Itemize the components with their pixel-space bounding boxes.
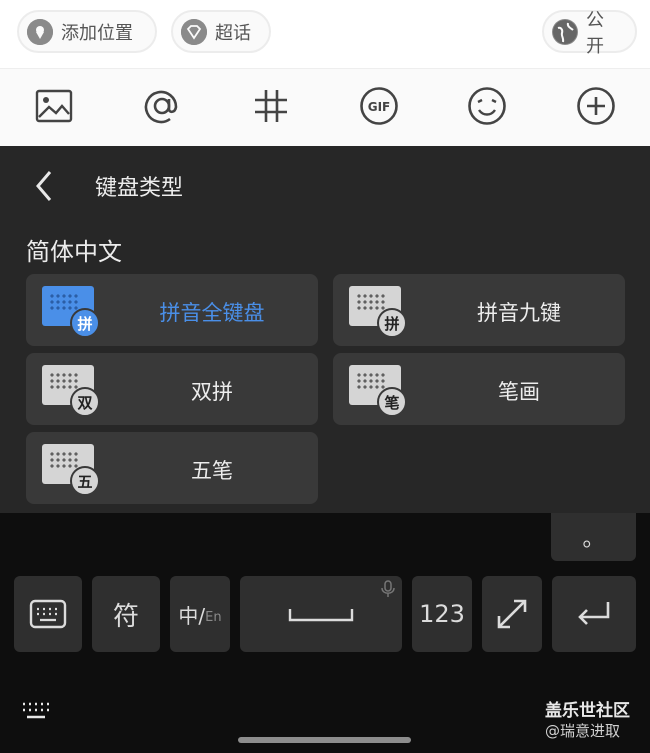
option-badge: 拼 <box>377 308 407 338</box>
option-pinyin-full[interactable]: 拼 拼音全键盘 <box>26 274 318 346</box>
enter-key[interactable] <box>552 576 636 652</box>
svg-text:GIF: GIF <box>368 100 391 114</box>
add-icon[interactable] <box>576 86 616 126</box>
option-label: 拼音全键盘 <box>159 301 265 325</box>
option-stroke[interactable]: 笔 笔画 <box>333 353 625 425</box>
option-label: 双拼 <box>191 380 233 404</box>
keyboard-settings-key[interactable] <box>14 576 82 652</box>
image-icon[interactable] <box>34 86 74 126</box>
option-shuangpin[interactable]: 双 双拼 <box>26 353 318 425</box>
space-key[interactable] <box>240 576 402 652</box>
super-topic-label: 超话 <box>215 22 251 44</box>
back-chevron-icon[interactable] <box>30 168 60 204</box>
option-badge: 笔 <box>377 387 407 417</box>
option-label: 笔画 <box>498 380 540 404</box>
visibility-label: 公开 <box>586 9 604 57</box>
space-bar-icon <box>288 609 354 622</box>
section-title: 简体中文 <box>26 238 122 266</box>
watermark-title: 盖乐世社区 <box>545 701 630 721</box>
keyboard-type-panel: 键盘类型 简体中文 拼 拼音全键盘 拼 拼音九键 双 双拼 笔 笔画 五 五笔 <box>0 146 650 513</box>
option-badge: 五 <box>70 466 100 496</box>
super-topic-chip[interactable]: 超话 <box>171 10 271 53</box>
expand-arrows-icon <box>497 599 527 629</box>
composer-chip-bar: 添加位置 超话 公开 <box>0 0 650 68</box>
composer-toolbar: GIF <box>0 68 650 146</box>
globe-icon <box>552 18 578 45</box>
option-badge: 双 <box>70 387 100 417</box>
gif-icon[interactable]: GIF <box>359 86 399 126</box>
visibility-chip[interactable]: 公开 <box>542 10 637 57</box>
numbers-key[interactable]: 123 <box>412 576 472 652</box>
add-location-label: 添加位置 <box>61 22 133 44</box>
option-badge: 拼 <box>70 308 100 338</box>
enter-arrow-icon <box>578 602 610 625</box>
option-wubi[interactable]: 五 五笔 <box>26 432 318 504</box>
keyboard-toggle-icon[interactable] <box>20 700 52 722</box>
option-pinyin-nine[interactable]: 拼 拼音九键 <box>333 274 625 346</box>
at-icon[interactable] <box>142 86 182 126</box>
emoji-icon[interactable] <box>467 86 507 126</box>
diamond-icon <box>181 18 207 45</box>
lang-en-label: En <box>205 609 222 625</box>
symbol-key[interactable]: 符 <box>92 576 160 652</box>
watermark-sub: @瑞意进取 <box>545 722 621 740</box>
lang-zh-label: 中/ <box>178 603 206 628</box>
home-indicator[interactable] <box>238 737 411 743</box>
add-location-chip[interactable]: 添加位置 <box>17 10 157 53</box>
location-pin-icon <box>27 18 53 45</box>
option-label: 拼音九键 <box>477 301 561 325</box>
hashtag-icon[interactable] <box>251 86 291 126</box>
option-label: 五笔 <box>191 459 233 483</box>
keyboard-icon <box>29 599 67 629</box>
microphone-icon <box>381 580 395 597</box>
period-key[interactable]: 。 <box>551 513 636 561</box>
language-switch-key[interactable]: 中/En <box>170 576 230 652</box>
expand-key[interactable] <box>482 576 542 652</box>
panel-title: 键盘类型 <box>95 176 184 201</box>
